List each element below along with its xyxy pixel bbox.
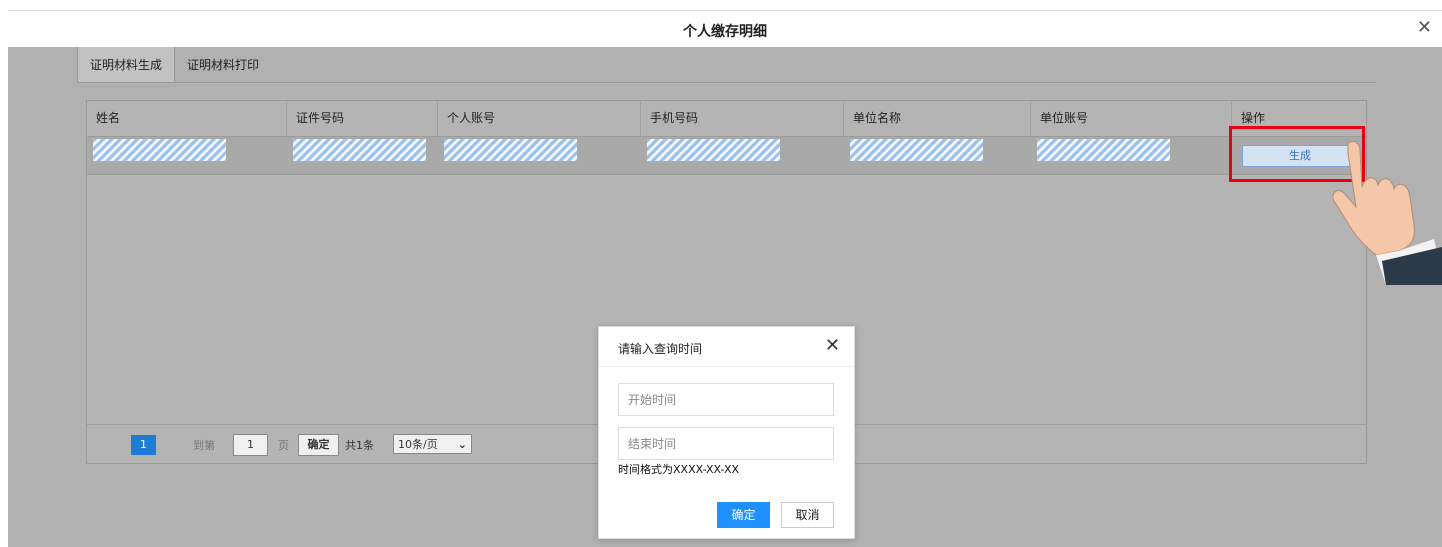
col-header-id-number: 证件号码 [287,101,438,136]
dialog-header: 请输入查询时间 ✕ [599,327,854,367]
masked-value [850,139,983,161]
page-jump-confirm-button[interactable]: 确定 [298,434,339,456]
end-time-input[interactable] [618,427,834,460]
page-jump-input[interactable]: 1 [233,434,268,456]
page-size-value: 10条/页 [398,438,438,451]
masked-value [444,139,577,161]
masked-value [1037,139,1170,161]
confirm-button[interactable]: 确定 [717,502,770,528]
col-header-personal-account: 个人账号 [438,101,641,136]
tab-generate[interactable]: 证明材料生成 [77,47,176,83]
cell-id-number [287,137,438,174]
cell-employer-account [1031,137,1232,174]
cell-phone [641,137,844,174]
col-header-employer-account: 单位账号 [1031,101,1232,136]
title-bar: 个人缴存明细 ✕ [8,10,1442,48]
cell-personal-account [438,137,641,174]
cell-name [87,137,287,174]
chevron-down-icon: ⌄ [457,438,467,451]
tab-bar: 证明材料生成 证明材料打印 [77,47,271,83]
col-header-phone: 手机号码 [641,101,844,136]
start-time-input[interactable] [618,383,834,416]
tab-divider [77,82,1376,83]
query-time-dialog: 请输入查询时间 ✕ 时间格式为XXXX-XX-XX 确定 取消 [598,326,855,539]
goto-label: 到第 [193,439,215,452]
col-header-name: 姓名 [87,101,287,136]
window-title: 个人缴存明细 [683,24,767,40]
total-count: 共1条 [345,439,374,452]
time-format-hint: 时间格式为XXXX-XX-XX [618,463,740,476]
close-icon[interactable]: ✕ [1417,17,1432,38]
masked-value [647,139,780,161]
page-size-select[interactable]: 10条/页 ⌄ [393,434,472,454]
page-number-current[interactable]: 1 [131,435,156,455]
close-icon[interactable]: ✕ [825,335,840,356]
table-row: 生成 [87,136,1366,175]
cancel-button[interactable]: 取消 [781,502,834,528]
masked-value [293,139,426,161]
cell-employer-name [844,137,1031,174]
pointing-hand-icon [1332,140,1442,285]
dialog-title: 请输入查询时间 [618,342,703,356]
page-unit-label: 页 [278,439,289,452]
tab-print[interactable]: 证明材料打印 [175,47,271,83]
table-header: 姓名 证件号码 个人账号 手机号码 单位名称 单位账号 操作 [87,101,1366,136]
col-header-employer-name: 单位名称 [844,101,1031,136]
masked-value [93,139,226,161]
